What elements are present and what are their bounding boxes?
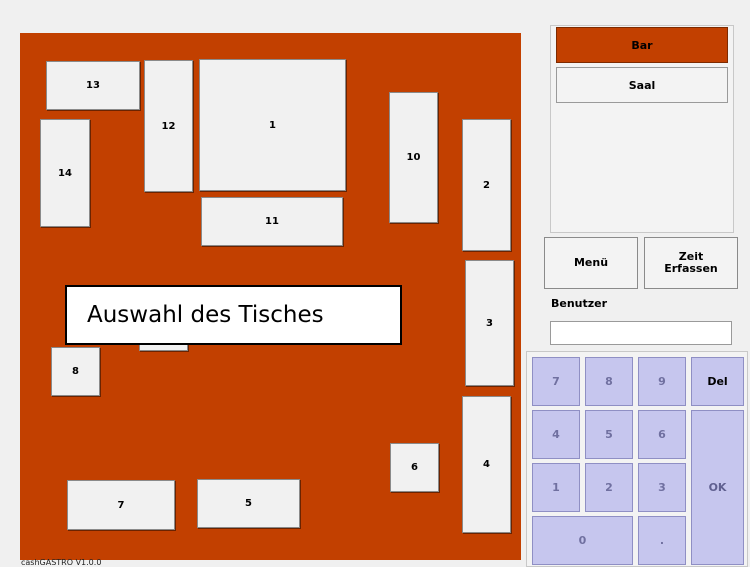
table-5[interactable]: 5 <box>197 479 300 528</box>
key-label: 1 <box>552 481 560 494</box>
table-label: 11 <box>265 216 279 227</box>
key-label: 6 <box>658 428 666 441</box>
table-3[interactable]: 3 <box>465 260 514 386</box>
decimal-key[interactable]: . <box>638 516 686 565</box>
table-13[interactable]: 13 <box>46 61 140 110</box>
key-9[interactable]: 9 <box>638 357 686 406</box>
table-label: 14 <box>58 167 72 179</box>
table-12[interactable]: 12 <box>144 60 193 192</box>
key-8[interactable]: 8 <box>585 357 633 406</box>
key-label: 7 <box>552 375 560 388</box>
table-10[interactable]: 10 <box>389 92 438 223</box>
key-label: Del <box>707 375 728 388</box>
area-label: Bar <box>631 38 653 52</box>
menu-label: Menü <box>573 256 609 269</box>
key-label: 9 <box>658 375 666 388</box>
key-label: 4 <box>552 428 560 441</box>
area-bar-button[interactable]: Bar <box>556 27 728 63</box>
key-7[interactable]: 7 <box>532 357 580 406</box>
table-1[interactable]: 1 <box>199 59 346 191</box>
menu-button[interactable]: Menü <box>544 237 638 289</box>
key-1[interactable]: 1 <box>532 463 580 512</box>
area-label: Saal <box>628 78 656 92</box>
user-input[interactable] <box>550 321 732 345</box>
table-label: 7 <box>117 499 125 511</box>
table-label: 2 <box>483 179 490 191</box>
table-6[interactable]: 6 <box>390 443 439 492</box>
key-label: 2 <box>605 481 613 494</box>
table-label: 12 <box>161 120 176 132</box>
table-2[interactable]: 2 <box>462 119 511 251</box>
table-label: 4 <box>483 459 490 470</box>
version-label: cashGASTRO V1.0.0 <box>21 558 102 567</box>
area-saal-button[interactable]: Saal <box>556 67 728 103</box>
key-5[interactable]: 5 <box>585 410 633 459</box>
key-label: 5 <box>605 428 613 441</box>
key-label: . <box>659 534 665 547</box>
table-label: 1 <box>269 119 276 131</box>
table-11[interactable]: 11 <box>201 197 343 246</box>
delete-key[interactable]: Del <box>691 357 744 406</box>
key-0[interactable]: 0 <box>532 516 633 565</box>
table-7[interactable]: 7 <box>67 480 175 530</box>
ok-key[interactable]: OK <box>691 410 744 565</box>
key-label: 0 <box>578 534 587 547</box>
time-entry-button[interactable]: Zeit Erfassen <box>644 237 738 289</box>
user-label: Benutzer <box>551 297 608 310</box>
table-label: 13 <box>86 80 100 91</box>
table-label: 3 <box>486 317 493 329</box>
table-4[interactable]: 4 <box>462 396 511 533</box>
key-6[interactable]: 6 <box>638 410 686 459</box>
table-label: 5 <box>245 498 252 509</box>
key-2[interactable]: 2 <box>585 463 633 512</box>
key-label: 3 <box>658 481 666 494</box>
table-8[interactable]: 8 <box>51 347 100 396</box>
time-entry-label-line2: Erfassen <box>664 262 718 275</box>
key-label: OK <box>708 481 727 494</box>
key-label: 8 <box>605 375 613 388</box>
table-14[interactable]: 14 <box>40 119 90 227</box>
key-3[interactable]: 3 <box>638 463 686 512</box>
table-selection-callout: Auswahl des Tisches <box>65 285 402 345</box>
table-label: 8 <box>72 366 79 377</box>
table-label: 6 <box>411 462 418 473</box>
key-4[interactable]: 4 <box>532 410 580 459</box>
table-label: 10 <box>406 152 421 163</box>
